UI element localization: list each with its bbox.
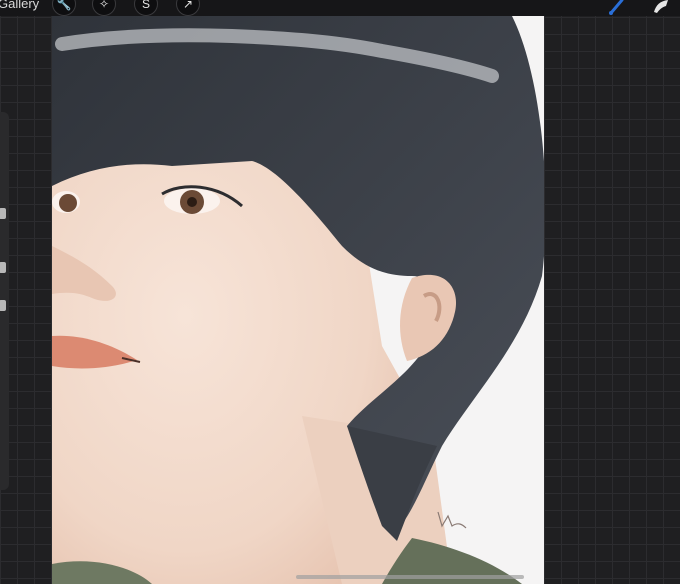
adjustments-wand-icon[interactable]: ✧ [92,0,116,16]
home-indicator[interactable] [296,575,524,579]
gallery-button[interactable]: Gallery [0,0,39,11]
drawing-canvas[interactable]: lw [52,16,544,584]
top-toolbar: Gallery 🔧 ✧ S ↗ [0,0,680,16]
selection-icon[interactable]: S [134,0,158,16]
smudge-icon[interactable] [650,0,672,15]
brush-icon[interactable] [608,0,628,15]
artist-signature: lw [436,512,437,513]
transform-arrow-icon[interactable]: ↗ [176,0,200,16]
actions-wrench-icon[interactable]: 🔧 [52,0,76,16]
brush-size-opacity-sidebar[interactable] [0,112,9,490]
opacity-slider-handle[interactable] [0,300,6,311]
brush-size-slider-handle[interactable] [0,208,6,219]
modify-button[interactable] [0,262,6,273]
portrait-artwork [52,16,544,584]
